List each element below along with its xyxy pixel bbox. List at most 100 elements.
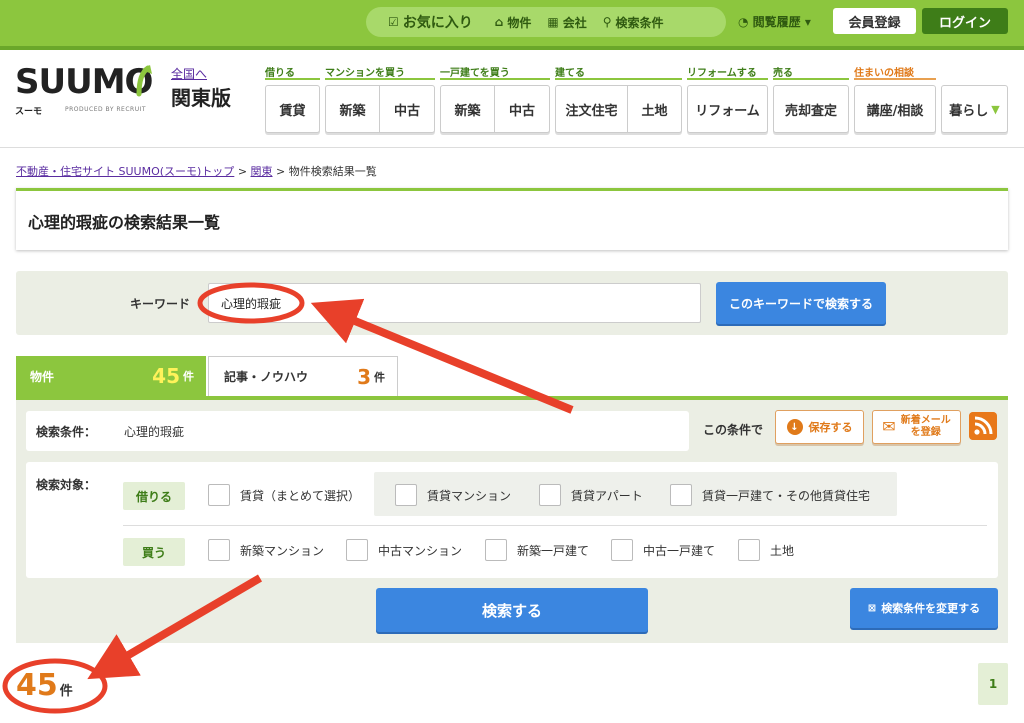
nav-custom-house-button[interactable]: 注文住宅: [555, 85, 628, 133]
edit-icon: ⊠: [867, 602, 877, 614]
checkbox-buy-new-mansion[interactable]: 新築マンション: [208, 539, 324, 561]
checkbox-rent-apartment[interactable]: 賃貸アパート: [539, 484, 643, 506]
nav-group-label: リフォームする: [687, 64, 768, 80]
tab-count: 45: [152, 364, 180, 388]
checkbox-label: 新築一戸建て: [517, 543, 590, 558]
checkbox-box[interactable]: [485, 539, 507, 561]
nav-group-build: 建てる 注文住宅 土地: [555, 64, 682, 133]
nav-group-consult: 住まいの相談 講座/相談: [854, 64, 936, 133]
condition-value: 心理的瑕疵: [124, 424, 185, 439]
breadcrumb-separator: >: [237, 165, 248, 178]
rent-category-tag: 借りる: [123, 482, 185, 510]
checkbox-buy-used-mansion[interactable]: 中古マンション: [346, 539, 462, 561]
nav-life-label: 暮らし: [949, 103, 989, 119]
region-all-link[interactable]: 全国へ: [171, 65, 207, 82]
favorites-search-link[interactable]: ⚲ 検索条件: [603, 14, 664, 31]
target-label: 検索対象：: [36, 478, 97, 492]
checkbox-rent-mansion[interactable]: 賃貸マンション: [395, 484, 511, 506]
nav-sell-appraisal-button[interactable]: 売却査定: [773, 85, 849, 133]
keyword-label: キーワード: [130, 297, 191, 311]
nav-reform-button[interactable]: リフォーム: [687, 85, 768, 133]
tab-label: 記事・ノウハウ: [224, 370, 309, 384]
search-condition-label: 検索条件: [615, 15, 664, 30]
breadcrumb-separator: >: [276, 165, 286, 178]
checkbox-box[interactable]: [738, 539, 760, 561]
house-icon: ⌂: [494, 15, 504, 29]
nav-group-rent: 借りる 賃貸: [265, 64, 320, 133]
favorites-link[interactable]: ☑ お気に入り: [388, 12, 473, 32]
checkbox-buy-used-house[interactable]: 中古一戸建て: [611, 539, 715, 561]
login-button[interactable]: ログイン: [922, 8, 1008, 34]
checkbox-rent-house-other[interactable]: 賃貸一戸建て・その他賃貸住宅: [670, 484, 870, 506]
checkbox-box[interactable]: [395, 484, 417, 506]
save-condition-button[interactable]: ↓ 保存する: [775, 410, 864, 444]
page-title: 心理的瑕疵の検索結果一覧: [28, 212, 221, 232]
nav-life-button[interactable]: 暮らし ▼: [941, 85, 1008, 133]
nav-house-used-button[interactable]: 中古: [495, 85, 550, 133]
envelope-icon: ✉: [882, 417, 896, 436]
checkbox-label: 土地: [770, 543, 795, 558]
breadcrumb-home-link[interactable]: 不動産・住宅サイト SUUMO(スーモ)トップ: [16, 165, 234, 178]
building-icon: ▦: [547, 15, 559, 29]
property-label: 物件: [507, 15, 532, 30]
nav-rent-button[interactable]: 賃貸: [265, 85, 320, 133]
nav-mansion-new-button[interactable]: 新築: [325, 85, 380, 133]
save-icon: ↓: [786, 419, 803, 435]
checkbox-box[interactable]: [539, 484, 561, 506]
nav-group-label: [941, 64, 1008, 80]
nav-group-label: 借りる: [265, 64, 320, 80]
checkbox-box[interactable]: [611, 539, 633, 561]
nav-group-label: 売る: [773, 64, 849, 80]
tab-properties[interactable]: 物件 45 件: [16, 356, 206, 396]
search-condition-panel: 検索条件： 心理的瑕疵 この条件で ↓ 保存する ✉ 新着メール を登録 検索対…: [16, 400, 1008, 643]
result-count-unit: 件: [59, 684, 73, 699]
change-conditions-button[interactable]: ⊠ 検索条件を変更する: [850, 588, 998, 628]
save-label: 保存する: [808, 421, 853, 434]
mail-label-line1: 新着メール: [900, 415, 951, 426]
favorites-property-link[interactable]: ⌂ 物件: [495, 14, 532, 31]
company-label: 会社: [562, 15, 587, 30]
favorites-company-link[interactable]: ▦ 会社: [547, 14, 586, 31]
keyword-search-box: キーワード このキーワードで検索する: [16, 271, 1008, 335]
checkbox-box[interactable]: [208, 484, 230, 506]
breadcrumb-current: 物件検索結果一覧: [288, 165, 377, 178]
pagination-page-1[interactable]: 1: [978, 663, 1008, 705]
condition-action-label: この条件で: [703, 423, 764, 437]
breadcrumb: 不動産・住宅サイト SUUMO(スーモ)トップ > 関東 > 物件検索結果一覧: [16, 163, 377, 179]
tab-count: 3: [357, 364, 371, 389]
logo-kana: スーモ: [15, 107, 43, 117]
breadcrumb-region-link[interactable]: 関東: [251, 165, 273, 178]
history-label: 閲覧履歴: [752, 15, 801, 29]
suumo-logo[interactable]: SUUMO スーモ PRODUCED BY RECRUIT: [15, 62, 165, 122]
checkbox-rent-all[interactable]: 賃貸（まとめて選択）: [208, 484, 360, 506]
nav-house-new-button[interactable]: 新築: [440, 85, 495, 133]
history-dropdown[interactable]: ◔ 閲覧履歴 ▾: [738, 13, 811, 30]
checkbox-label: 中古マンション: [378, 543, 463, 558]
checkbox-buy-land[interactable]: 土地: [738, 539, 794, 561]
result-count: 45 件: [16, 668, 73, 703]
nav-consult-button[interactable]: 講座/相談: [854, 85, 936, 133]
page: ☑ お気に入り ⌂ 物件 ▦ 会社 ⚲ 検索条件 ◔ 閲覧履歴 ▾ 会員登録 ロ…: [0, 0, 1024, 723]
nav-land-button[interactable]: 土地: [628, 85, 682, 133]
rss-icon[interactable]: [969, 412, 997, 440]
condition-summary: 検索条件： 心理的瑕疵: [26, 411, 689, 451]
mail-label-line2: を登録: [910, 427, 941, 438]
keyword-input[interactable]: [208, 283, 701, 323]
register-button[interactable]: 会員登録: [833, 8, 916, 34]
tab-articles[interactable]: 記事・ノウハウ 3 件: [208, 356, 398, 396]
change-conditions-label: 検索条件を変更する: [881, 602, 981, 615]
checkbox-box[interactable]: [670, 484, 692, 506]
new-mail-register-button[interactable]: ✉ 新着メール を登録: [872, 410, 961, 444]
logo-text: SUUMO: [15, 62, 153, 102]
search-target-box: 検索対象： 借りる 賃貸（まとめて選択） 賃貸マンション 賃貸アパート 賃貸一戸…: [26, 462, 998, 578]
row-divider: [123, 525, 987, 526]
checkbox-buy-new-house[interactable]: 新築一戸建て: [485, 539, 589, 561]
keyword-search-button[interactable]: このキーワードで検索する: [716, 282, 886, 324]
checkbox-box[interactable]: [346, 539, 368, 561]
nav-mansion-used-button[interactable]: 中古: [380, 85, 435, 133]
checkbox-label: 賃貸（まとめて選択）: [240, 488, 361, 503]
region-name: 関東版: [171, 86, 231, 110]
checkbox-label: 中古一戸建て: [643, 543, 716, 558]
search-button[interactable]: 検索する: [376, 588, 648, 632]
checkbox-box[interactable]: [208, 539, 230, 561]
